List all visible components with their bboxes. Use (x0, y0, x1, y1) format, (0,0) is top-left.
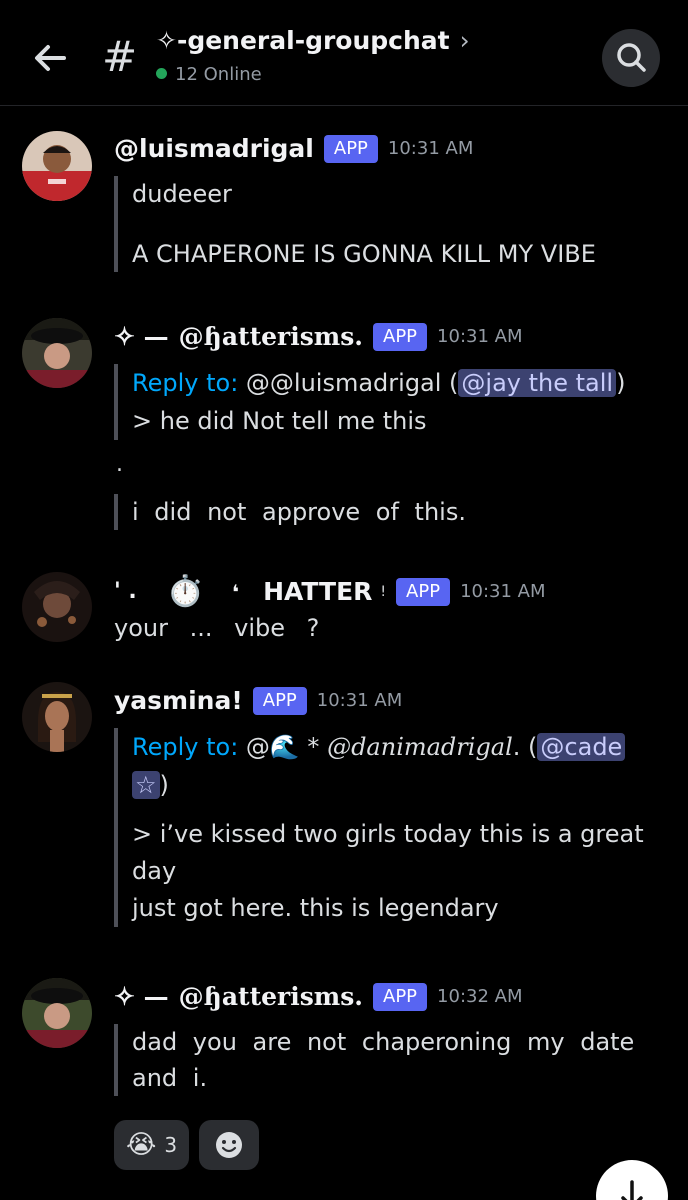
add-reaction-icon (216, 1132, 243, 1158)
message-header: ✧ — @ɧatterisms. APP 10:32 AM (114, 982, 523, 1011)
username[interactable]: @ɧatterisms. (179, 322, 363, 351)
timestamp: 10:31 AM (460, 581, 546, 602)
username[interactable]: @luismadrigal (114, 134, 314, 163)
reply-line: Reply to: @@luismadrigal (@jay the tall) (132, 364, 634, 402)
reply-close: ) (159, 771, 169, 799)
message-header: ' . ⏱️ ❛ HATTER ! APP 10:31 AM (114, 574, 546, 609)
star-mention-icon[interactable]: ☆ (132, 771, 160, 799)
message-body: dad you are not chaperoning my date and … (114, 1024, 634, 1096)
reply-target: @🌊 * (238, 733, 328, 761)
timestamp: 10:31 AM (387, 138, 474, 159)
name-tail: ! (380, 583, 387, 600)
message-line: just got here. this is legendary (132, 894, 499, 922)
avatar-hatterisms[interactable] (22, 978, 92, 1048)
online-count: 12 Online (156, 64, 262, 85)
name-prefix: ' . (114, 579, 137, 604)
search-icon (617, 43, 646, 72)
app-badge: APP (373, 322, 428, 351)
username[interactable]: HATTER (263, 577, 372, 606)
app-badge: APP (252, 686, 307, 715)
search-button[interactable] (602, 29, 660, 87)
reply-target-sep: . ( (512, 733, 538, 761)
reply-line: Reply to: @🌊 * @danimadrigal. (@cade (132, 728, 654, 766)
arrow-down-icon (621, 1180, 643, 1200)
avatar-hatterisms[interactable] (22, 318, 92, 388)
message-line: dudeeer (132, 180, 232, 208)
user-mention[interactable]: @cade (537, 733, 626, 761)
name-quote-mark: ❛ (232, 579, 240, 604)
timestamp: 10:31 AM (437, 326, 523, 347)
arrow-left-icon (35, 45, 66, 71)
message-body: dudeeer A CHAPERONE IS GONNA KILL MY VIB… (114, 176, 634, 272)
message-line: > i’ve kissed two girls today this is a … (132, 820, 644, 848)
channel-title[interactable]: ✧-general-groupchat › (156, 26, 470, 55)
reply-line-cont: ☆) (132, 766, 654, 804)
message-dot: . (116, 452, 123, 477)
back-button[interactable] (28, 36, 72, 80)
jump-to-bottom-button[interactable] (596, 1160, 668, 1200)
app-badge: APP (323, 134, 378, 163)
message-line: i did not approve of this. (132, 498, 466, 526)
avatar-yasmina[interactable] (22, 682, 92, 752)
add-reaction-button[interactable] (199, 1120, 260, 1170)
reactions-bar: 😭 3 (114, 1120, 260, 1170)
user-mention[interactable]: @jay the tall (458, 369, 617, 397)
quoted-line: > he did Not tell me this (132, 407, 427, 435)
sob-emoji-icon: 😭 (126, 1130, 157, 1160)
name-prefix: ✧ — (114, 322, 169, 351)
message-line: and i. (132, 1064, 208, 1092)
channel-hash-icon: # (102, 32, 138, 81)
username[interactable]: @ɧatterisms. (179, 982, 363, 1011)
avatar-luismadrigal[interactable] (22, 131, 92, 201)
message-line: your ... vibe ? (114, 614, 320, 642)
reaction-count: 3 (164, 1133, 178, 1157)
reply-target-name: @danimadrigal (327, 733, 513, 761)
channel-header: # ✧-general-groupchat › 12 Online (0, 0, 688, 106)
message-line: day (132, 857, 177, 885)
timestamp: 10:32 AM (437, 986, 523, 1007)
online-text: 12 Online (175, 64, 262, 85)
timestamp: 10:31 AM (316, 690, 403, 711)
message-header: ✧ — @ɧatterisms. APP 10:31 AM (114, 322, 523, 351)
message-header: yasmina! APP 10:31 AM (114, 686, 402, 715)
message-line: dad you are not chaperoning my date (132, 1028, 635, 1056)
message-line: A CHAPERONE IS GONNA KILL MY VIBE (132, 240, 596, 268)
message-body: i did not approve of this. (114, 494, 634, 530)
chevron-right-icon: › (459, 26, 470, 55)
reply-label: Reply to: (132, 369, 239, 397)
reply-label: Reply to: (132, 733, 239, 761)
avatar-hatter[interactable] (22, 572, 92, 642)
message-body: Reply to: @@luismadrigal (@jay the tall)… (114, 364, 634, 440)
username[interactable]: yasmina! (114, 686, 243, 715)
stopwatch-emoji-icon: ⏱️ (166, 574, 205, 609)
app-badge: APP (373, 982, 428, 1011)
reply-target: @@luismadrigal ( (238, 369, 459, 397)
reply-close: ) (616, 369, 626, 397)
channel-name-label: ✧-general-groupchat (156, 26, 450, 55)
quoted-text: > i’ve kissed two girls today this is a … (132, 816, 654, 927)
online-dot-icon (156, 67, 167, 79)
name-prefix: ✧ — (114, 982, 169, 1011)
message-body: Reply to: @🌊 * @danimadrigal. (@cade ☆) … (114, 728, 654, 927)
app-badge: APP (396, 577, 451, 606)
message-header: @luismadrigal APP 10:31 AM (114, 134, 473, 163)
reaction-sob[interactable]: 😭 3 (114, 1120, 190, 1170)
